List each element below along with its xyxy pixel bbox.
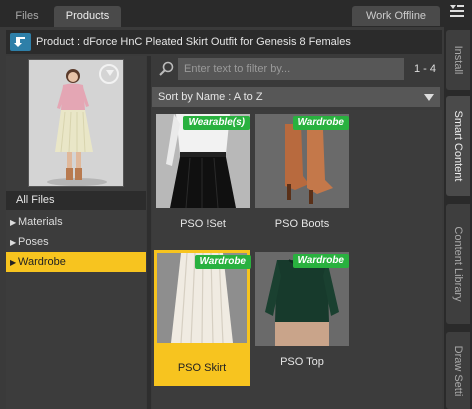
all-files-item[interactable]: All Files	[6, 191, 146, 210]
category-label: Materials	[18, 216, 63, 228]
search-icon[interactable]	[158, 61, 176, 77]
item-label: PSO Boots	[274, 218, 330, 230]
tab-label: Smart Content	[452, 110, 464, 182]
panel-splitter[interactable]	[147, 56, 151, 409]
filter-input[interactable]	[178, 58, 404, 80]
category-poses[interactable]: ▶ Poses	[6, 232, 146, 252]
category-label: Wardrobe	[18, 256, 66, 268]
sort-dropdown[interactable]: Sort by Name : A to Z	[152, 87, 440, 107]
category-label: Poses	[18, 236, 49, 248]
rotate-view-icon[interactable]	[99, 64, 119, 84]
expand-arrow-icon: ▶	[10, 218, 17, 227]
tab-label: Draw Setti	[452, 345, 464, 396]
item-thumbnail: Wardrobe	[255, 114, 349, 208]
item-thumbnail: Wearable(s)	[156, 114, 250, 208]
tab-products[interactable]: Products	[54, 6, 121, 27]
back-arrow-icon[interactable]	[10, 33, 31, 51]
tab-install[interactable]: Install	[446, 30, 470, 90]
tab-files[interactable]: Files	[6, 6, 48, 27]
product-preview-image	[28, 59, 124, 187]
content-item[interactable]: Wardrobe PSO Top	[255, 252, 349, 383]
type-badge: Wardrobe	[194, 255, 251, 269]
type-badge: Wearable(s)	[183, 116, 250, 130]
chevron-down-icon	[424, 94, 434, 101]
category-wardrobe[interactable]: ▶ Wardrobe	[6, 252, 146, 272]
content-item-selected[interactable]: Wardrobe PSO Skirt	[154, 250, 251, 386]
tab-label: Install	[452, 45, 464, 75]
category-materials[interactable]: ▶ Materials	[6, 212, 146, 232]
content-item[interactable]: Wardrobe PSO Boots	[255, 114, 349, 245]
type-badge: Wardrobe	[292, 116, 349, 130]
product-header: Product : dForce HnC Pleated Skirt Outfi…	[6, 30, 442, 54]
menu-icon[interactable]	[449, 4, 465, 18]
product-sidebar: All Files ▶ Materials ▶ Poses ▶ Wardrobe	[6, 56, 146, 409]
item-label: PSO Skirt	[177, 362, 227, 374]
sort-label: Sort by Name : A to Z	[158, 91, 263, 103]
expand-arrow-icon: ▶	[10, 238, 17, 247]
item-thumbnail: Wardrobe	[255, 252, 349, 346]
type-badge: Wardrobe	[292, 254, 349, 268]
top-tab-bar: Files Products Work Offline	[0, 0, 444, 27]
tab-smart-content[interactable]: Smart Content	[446, 96, 470, 196]
product-title: Product : dForce HnC Pleated Skirt Outfi…	[36, 36, 351, 48]
side-tab-bar: Install Smart Content Content Library Dr…	[444, 0, 472, 409]
content-item[interactable]: Wearable(s) PSO !Set	[156, 114, 250, 245]
expand-arrow-icon: ▶	[10, 258, 17, 267]
filter-bar: 1 - 4	[152, 58, 442, 80]
result-count: 1 - 4	[413, 63, 436, 75]
item-label: PSO !Set	[180, 218, 226, 230]
content-grid: Wearable(s) PSO !Set Wardrobe PSO Boots …	[152, 110, 442, 409]
item-label: PSO Top	[280, 356, 324, 368]
tab-content-library[interactable]: Content Library	[446, 204, 470, 324]
tab-label: Content Library	[452, 226, 464, 302]
item-thumbnail: Wardrobe	[157, 253, 251, 347]
work-offline-button[interactable]: Work Offline	[352, 6, 440, 26]
tab-draw-settings[interactable]: Draw Setti	[446, 332, 470, 409]
